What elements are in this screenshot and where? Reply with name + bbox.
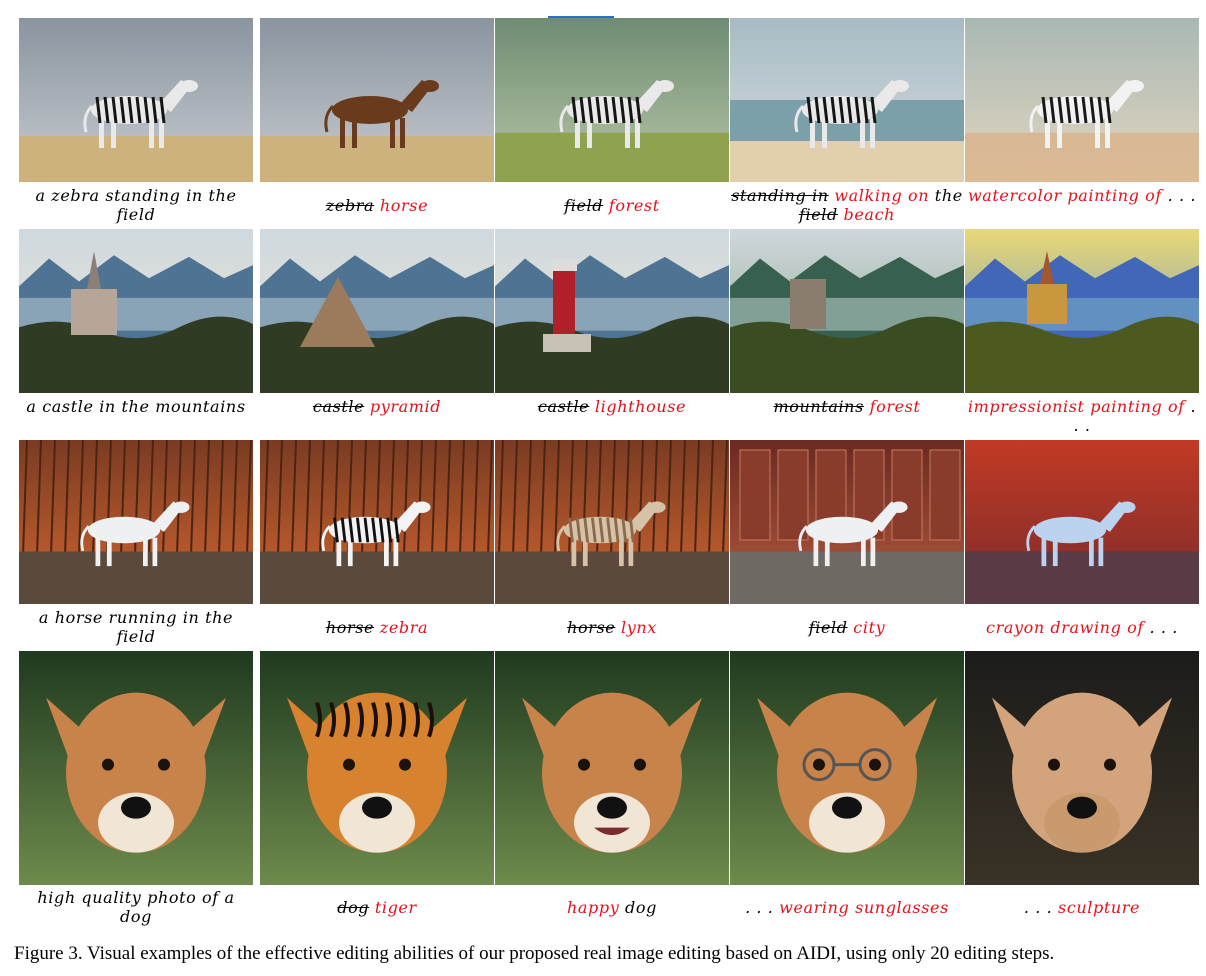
image-lynx-field [495,440,729,604]
image-illustration [19,651,253,885]
edit-prompt: . . . sculpture [965,898,1199,917]
edit-prompt: mountains forest [730,397,964,416]
removed-word: dog [337,898,370,917]
image-illustration [730,229,964,393]
removed-word: zebra [325,196,375,215]
edit-prompt: dog tiger [260,898,494,917]
image-illustration [495,440,729,604]
edit-prompt: crayon drawing of . . . [965,618,1199,637]
added-word: walking on [828,186,930,205]
image-illustration [19,229,253,393]
image-horse-field [19,440,253,604]
added-word: tiger [369,898,417,917]
image-happy-dog-grass [495,651,729,885]
added-word: crayon drawing of [986,618,1144,637]
edit-prompt: castle lighthouse [495,397,729,416]
figure-caption: Figure 3. Visual examples of the effecti… [14,943,1055,964]
edit-prompt: watercolor painting of . . . [965,186,1199,205]
image-horse-crayon [965,440,1199,604]
removed-word: standing in [731,186,829,205]
added-word: impressionist painting of [967,397,1185,416]
kept-word: . . . [1143,618,1178,637]
source-prompt: a castle in the mountains [26,397,246,416]
source-prompt: a horse running in the field [38,608,234,646]
added-word: city [847,618,886,637]
added-word: forest [603,196,660,215]
image-illustration [730,18,964,182]
image-horse-city [730,440,964,604]
removed-word: horse [325,618,375,637]
added-word: happy [567,898,620,917]
image-dog-grass [19,651,253,885]
kept-word: the [929,186,963,205]
source-prompt: high quality photo of a dog [37,888,235,926]
image-illustration [730,651,964,885]
image-illustration [965,440,1199,604]
edit-prompt: zebra horse [260,196,494,215]
image-illustration [260,229,494,393]
kept-word: . . . [1023,898,1053,917]
image-illustration [495,18,729,182]
added-word: horse [374,196,429,215]
removed-word: horse [567,618,616,637]
removed-word: castle [312,397,365,416]
image-tiger-grass [260,651,494,885]
image-castle-forest [730,229,964,393]
image-illustration [965,651,1199,885]
image-lighthouse-mountains [495,229,729,393]
removed-word: castle [537,397,590,416]
edit-prompt: impressionist painting of . . . [965,397,1199,435]
image-illustration [495,651,729,885]
removed-word: field [564,196,604,215]
added-word: beach [837,205,896,224]
image-zebra-field [260,440,494,604]
added-word: lynx [615,618,657,637]
image-pyramid-mountains [260,229,494,393]
figure: a zebra standing in the field zebra horse… [0,0,1206,976]
image-illustration [260,651,494,885]
image-zebra-beach [730,18,964,182]
image-illustration [260,440,494,604]
edit-prompt: standing in walking on the field beach [730,186,964,224]
removed-word: field [808,618,848,637]
added-word: wearing sunglasses [773,898,949,917]
image-illustration [730,440,964,604]
kept-word: . . . [745,898,774,917]
image-illustration [260,18,494,182]
edit-prompt: field forest [495,196,729,215]
kept-word: . . . [1161,186,1197,205]
added-word: pyramid [364,397,442,416]
edit-prompt: horse zebra [260,618,494,637]
edit-prompt: field city [730,618,964,637]
image-sculpture-plain [965,651,1199,885]
kept-word: dog [619,898,657,917]
image-castle-mountains [19,229,253,393]
removed-word: mountains [773,397,864,416]
image-dog-glasses-grass [730,651,964,885]
image-illustration [965,229,1199,393]
image-horse-field [260,18,494,182]
added-word: zebra [374,618,429,637]
removed-word: field [798,205,838,224]
image-zebra-forest [495,18,729,182]
image-zebra-watercolor [965,18,1199,182]
added-word: lighthouse [589,397,687,416]
image-illustration [19,440,253,604]
added-word: forest [863,397,921,416]
image-castle-impressionist [965,229,1199,393]
source-prompt: a zebra standing in the field [35,186,237,224]
edit-prompt: happy dog [495,898,729,917]
image-illustration [495,229,729,393]
edit-prompt: . . . wearing sunglasses [730,898,964,917]
edit-prompt: castle pyramid [260,397,494,416]
image-illustration [965,18,1199,182]
edit-prompt: horse lynx [495,618,729,637]
image-illustration [19,18,253,182]
image-zebra-field [19,18,253,182]
added-word: watercolor painting of [967,186,1162,205]
added-word: sculpture [1052,898,1141,917]
